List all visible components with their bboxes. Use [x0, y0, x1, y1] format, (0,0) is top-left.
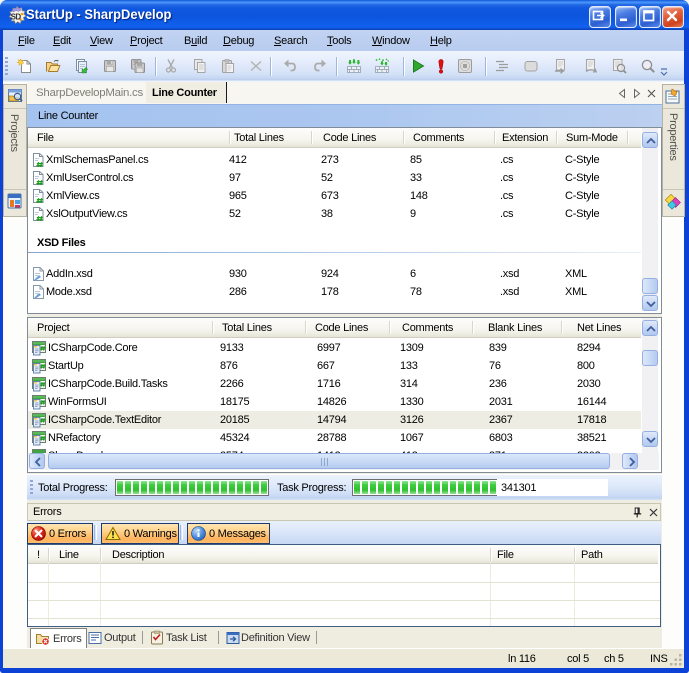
svg-text:SD: SD — [11, 13, 22, 22]
